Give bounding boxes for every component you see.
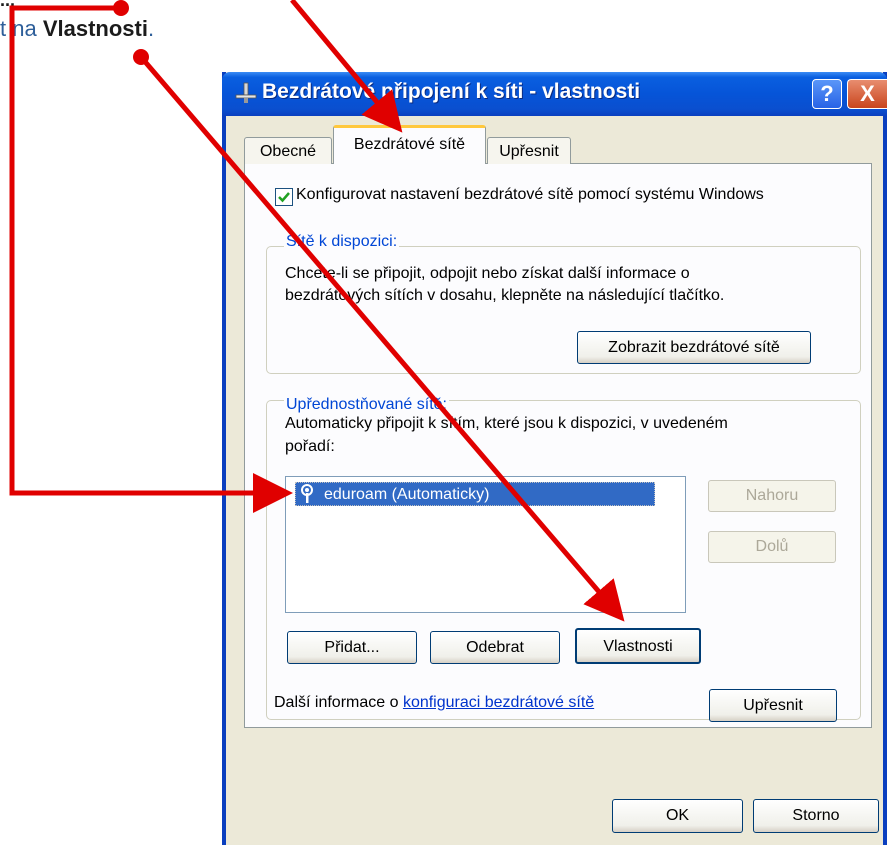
move-up-button[interactable]: Nahoru bbox=[708, 480, 836, 512]
instruction-text-cut: ... bbox=[0, 0, 170, 8]
instruction-prefix: t na bbox=[0, 16, 43, 41]
title-bar[interactable]: Bezdrátové připojení k síti - vlastnosti… bbox=[222, 72, 887, 116]
instruction-bold: Vlastnosti bbox=[42, 16, 148, 41]
network-connection-icon bbox=[235, 82, 257, 103]
instruction-suffix: . bbox=[147, 16, 155, 41]
preferred-networks-title: Upřednostňované sítě: bbox=[284, 396, 449, 414]
preferred-networks-text-1: Automaticky připojit k sítím, které jsou… bbox=[285, 415, 728, 432]
tab-advanced[interactable]: Upřesnit bbox=[487, 137, 571, 164]
more-info-prefix: Další informace o bbox=[274, 694, 403, 711]
available-networks-text-1: Chcete-li se připojit, odpojit nebo získ… bbox=[285, 265, 690, 282]
windows-config-label: Konfigurovat nastavení bezdrátové sítě p… bbox=[296, 186, 764, 203]
available-networks-title: Sítě k dispozici: bbox=[284, 233, 400, 251]
remove-button[interactable]: Odebrat bbox=[430, 631, 560, 664]
tab-wireless-networks[interactable]: Bezdrátové sítě bbox=[333, 125, 486, 164]
available-networks-text-2: bezdrátových sítích v dosahu, klepněte n… bbox=[285, 287, 725, 304]
cancel-button[interactable]: Storno bbox=[753, 799, 879, 833]
add-button[interactable]: Přidat... bbox=[287, 631, 417, 664]
preferred-networks-text-2: pořadí: bbox=[285, 438, 335, 455]
checkmark-icon bbox=[278, 192, 290, 203]
ok-button[interactable]: OK bbox=[612, 799, 743, 833]
window-title: Bezdrátové připojení k síti - vlastnosti bbox=[262, 80, 641, 103]
arrow-start-dot-2 bbox=[133, 49, 149, 65]
help-button[interactable]: ? bbox=[812, 79, 842, 109]
move-down-button[interactable]: Dolů bbox=[708, 531, 836, 563]
more-info-text: Další informace o konfiguraci bezdrátové… bbox=[274, 694, 594, 712]
wireless-antenna-icon bbox=[301, 484, 313, 503]
instruction-text: t na Vlastnosti. bbox=[0, 16, 154, 42]
properties-button[interactable]: Vlastnosti bbox=[575, 628, 701, 664]
tab-general[interactable]: Obecné bbox=[244, 137, 332, 164]
view-wireless-networks-button[interactable]: Zobrazit bezdrátové sítě bbox=[577, 331, 811, 364]
close-button[interactable]: X bbox=[847, 79, 887, 109]
wireless-config-link[interactable]: konfiguraci bezdrátové sítě bbox=[403, 694, 594, 711]
windows-config-checkbox[interactable] bbox=[275, 188, 293, 206]
list-item-eduroam[interactable]: eduroam (Automaticky) bbox=[295, 482, 655, 506]
advanced-button[interactable]: Upřesnit bbox=[709, 689, 837, 722]
